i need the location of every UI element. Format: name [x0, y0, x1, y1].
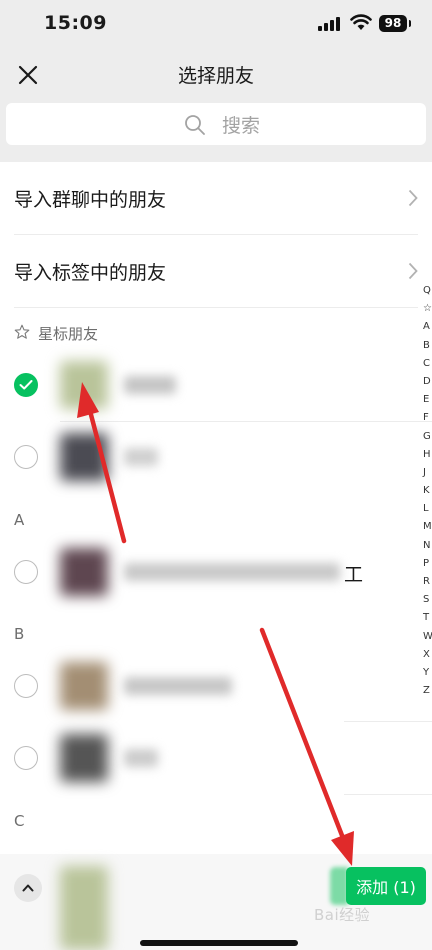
- wifi-icon: [350, 14, 372, 30]
- import-from-group-chat-row[interactable]: 导入群聊中的朋友: [14, 162, 418, 235]
- index-letter[interactable]: C: [423, 355, 432, 373]
- checkbox-checked[interactable]: [14, 373, 38, 397]
- search-placeholder: 搜索: [222, 115, 261, 137]
- contact-name-blurred: [124, 677, 232, 695]
- index-letter[interactable]: W: [423, 628, 432, 646]
- contact-row[interactable]: [0, 421, 432, 493]
- contact-row[interactable]: [0, 349, 432, 421]
- search-input[interactable]: 搜索: [6, 103, 426, 145]
- avatar: [60, 548, 108, 596]
- section-header-starred: 星标朋友: [38, 325, 99, 343]
- status-time: 15:09: [44, 12, 107, 34]
- index-letter[interactable]: B: [423, 337, 432, 355]
- index-letter[interactable]: ☆: [423, 300, 432, 318]
- index-letter[interactable]: N: [423, 537, 432, 555]
- contact-row[interactable]: [0, 650, 432, 722]
- contact-row[interactable]: [0, 722, 432, 794]
- avatar: [60, 734, 108, 782]
- checkbox-unchecked[interactable]: [14, 445, 38, 469]
- index-letter[interactable]: T: [423, 609, 432, 627]
- search-area: 搜索: [0, 100, 432, 162]
- cellular-signal-icon: [318, 17, 342, 31]
- contact-name-blurred: [124, 563, 340, 581]
- checkbox-unchecked[interactable]: [14, 746, 38, 770]
- bottom-selection-bar: 添加 (1): [0, 854, 432, 950]
- index-letter[interactable]: A: [423, 318, 432, 336]
- index-letter[interactable]: R: [423, 573, 432, 591]
- star-icon: [14, 324, 30, 339]
- home-indicator: [140, 940, 298, 946]
- index-letter[interactable]: E: [423, 391, 432, 409]
- index-letter[interactable]: D: [423, 373, 432, 391]
- chevron-up-icon: [22, 884, 34, 892]
- index-letter[interactable]: S: [423, 591, 432, 609]
- checkmark-icon: [19, 380, 33, 390]
- alphabet-index-bar[interactable]: Q ☆ A B C D E F G H J K L M N P R S T W X Y Z: [423, 282, 432, 700]
- expand-selection-button[interactable]: [14, 874, 42, 902]
- checkbox-unchecked[interactable]: [14, 560, 38, 584]
- index-letter[interactable]: K: [423, 482, 432, 500]
- chevron-right-icon: [408, 189, 418, 207]
- section-header-c: C: [14, 812, 25, 830]
- section-header-b: B: [14, 625, 25, 643]
- index-letter[interactable]: L: [423, 500, 432, 518]
- chevron-right-icon: [408, 262, 418, 280]
- import-from-group-chat-label: 导入群聊中的朋友: [14, 189, 167, 211]
- checkbox-unchecked[interactable]: [14, 674, 38, 698]
- avatar: [60, 361, 108, 409]
- contact-name-blurred: [124, 448, 158, 466]
- index-letter[interactable]: Z: [423, 682, 432, 700]
- nav-bar: 选择朋友: [0, 48, 432, 100]
- search-icon: [185, 115, 205, 135]
- add-button[interactable]: 添加 (1): [346, 867, 426, 905]
- index-letter[interactable]: Y: [423, 664, 432, 682]
- index-letter[interactable]: M: [423, 518, 432, 536]
- index-letter[interactable]: X: [423, 646, 432, 664]
- battery-icon: 98: [379, 15, 411, 32]
- contact-name-blurred: [124, 376, 176, 394]
- status-bar: 15:09 98: [0, 0, 432, 48]
- row-divider: [344, 794, 432, 795]
- index-letter[interactable]: F: [423, 409, 432, 427]
- index-letter[interactable]: Q: [423, 282, 432, 300]
- contact-name-suffix: 工: [344, 564, 364, 586]
- import-from-tags-row[interactable]: 导入标签中的朋友: [14, 235, 418, 308]
- import-from-tags-label: 导入标签中的朋友: [14, 262, 167, 284]
- index-letter[interactable]: H: [423, 446, 432, 464]
- contact-row[interactable]: 工: [0, 536, 432, 608]
- index-letter[interactable]: G: [423, 428, 432, 446]
- watermark: Bai经验: [314, 906, 371, 924]
- avatar: [60, 662, 108, 710]
- selected-avatar: [60, 866, 108, 950]
- avatar: [60, 433, 108, 481]
- contact-name-blurred: [124, 749, 158, 767]
- index-letter[interactable]: J: [423, 464, 432, 482]
- page-title: 选择朋友: [177, 65, 254, 87]
- section-header-a: A: [14, 511, 25, 529]
- index-letter[interactable]: P: [423, 555, 432, 573]
